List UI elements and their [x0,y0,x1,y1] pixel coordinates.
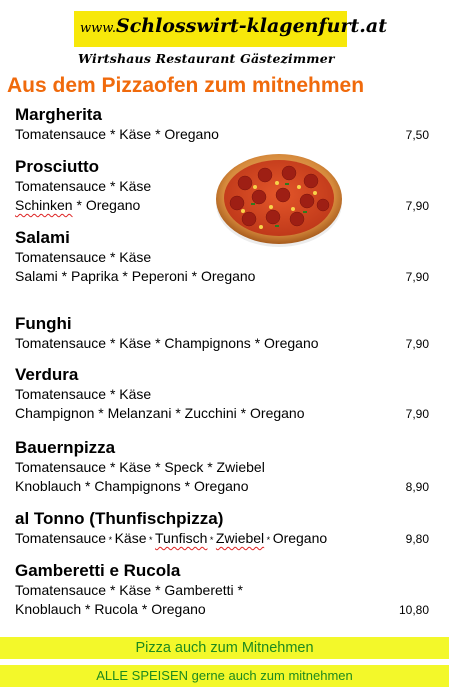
menu-headline: Aus dem Pizzaofen zum mitnehmen [7,74,365,97]
item-price: 8,90 [405,480,429,494]
item-name: Verdura [15,365,79,384]
menu-item-margherita: Margherita Tomatensauce * Käse * Oregano… [15,105,440,144]
item-ingredients: Tomatensauce * Käse * Gamberetti * [15,582,244,598]
item-price: 10,80 [398,603,429,617]
item-ingredients: Tomatensauce * Käse * Oregano [15,126,219,142]
item-price: 7,90 [405,337,429,351]
menu-item-funghi: Funghi Tomatensauce * Käse * Champignons… [15,314,440,353]
item-ingredients: Tomatensauce * Käse [15,386,152,402]
item-ingredients: Tomatensauce * Käse * Speck * Zwiebel [15,459,265,475]
item-ingredients: Champignon * Melanzani * Zucchini * Oreg… [15,405,305,421]
pizza-image [216,154,342,247]
item-price: 7,90 [405,407,429,421]
item-ingredients: Knoblauch * Champignons * Oregano [15,478,249,494]
item-ingredients: Tomatensauce * Käse * Tunfisch * Zwiebel… [15,530,328,546]
item-ingredients: Salami * Paprika * Peperoni * Oregano [15,268,256,284]
item-ingredient-schinken: Schinken [15,197,73,213]
item-price: 9,80 [405,532,429,546]
menu-item-al-tonno: al Tonno (Thunfischpizza) Tomatensauce *… [15,509,440,550]
takeaway-banner: ALLE SPEISEN gerne auch zum mitnehmen [0,665,449,687]
item-price: 7,90 [405,199,429,213]
item-ingredients: Knoblauch * Rucola * Oregano [15,601,206,617]
item-price: 7,90 [405,270,429,284]
item-price: 7,50 [405,128,429,142]
menu-item-bauernpizza: Bauernpizza Tomatensauce * Käse * Speck … [15,438,440,496]
menu-item-verdura: Verdura Tomatensauce * Käse Champignon *… [15,365,440,423]
item-name: Bauernpizza [15,438,116,457]
logo-subtitle: Wirtshaus Restaurant Gästezimmer [78,51,335,66]
item-name: Gamberetti e Rucola [15,561,181,580]
item-name: Margherita [15,105,102,124]
item-ingredients: Tomatensauce * Käse * Champignons * Oreg… [15,335,319,351]
item-name: al Tonno (Thunfischpizza) [15,509,224,528]
pickup-banner: Pizza auch zum Mitnehmen [0,637,449,659]
restaurant-logo: www.Schlosswirt-klagenfurt.at Wirtshaus … [74,11,387,71]
item-name: Funghi [15,314,72,333]
logo-url: www.Schlosswirt-klagenfurt.at [80,15,387,37]
item-ingredients: Tomatensauce * Käse [15,249,152,265]
menu-item-gamberetti-rucola: Gamberetti e Rucola Tomatensauce * Käse … [15,561,440,619]
